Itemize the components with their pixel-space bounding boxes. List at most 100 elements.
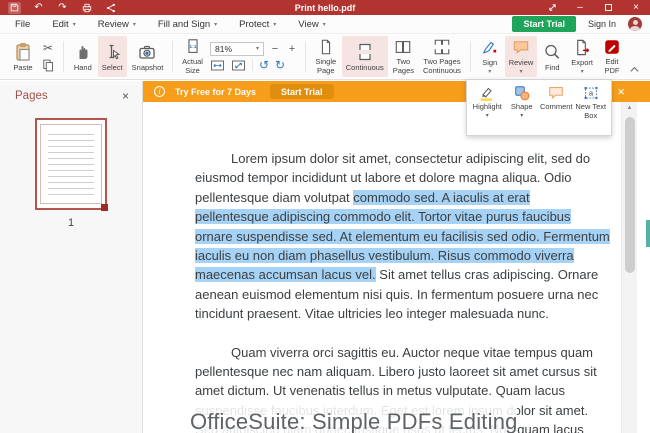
- rotate-right-icon[interactable]: ↻: [275, 59, 285, 71]
- minimize-icon[interactable]: –: [574, 2, 586, 14]
- menu-label: Fill and Sign: [157, 18, 211, 30]
- redo-icon[interactable]: ↷: [56, 2, 69, 14]
- menu-label: Protect: [239, 18, 270, 30]
- menu-file[interactable]: File: [4, 15, 41, 33]
- cut-icon[interactable]: ✂: [39, 40, 57, 56]
- review-menu-new-text-box[interactable]: a New Text Box: [574, 84, 609, 133]
- undo-icon[interactable]: ↶: [32, 2, 45, 14]
- selected-text: ornare suspendisse sed. At elementum eu …: [195, 228, 610, 244]
- continuous-button[interactable]: Continuous: [341, 36, 388, 77]
- snapshot-button[interactable]: Snapshot: [128, 36, 168, 77]
- sign-in-button[interactable]: Sign In: [588, 19, 616, 29]
- pages-sidebar: Pages × 1: [0, 81, 143, 433]
- chevron-down-icon: ▾: [214, 21, 218, 28]
- zoom-in-button[interactable]: +: [286, 43, 298, 55]
- single-page-icon: [321, 39, 330, 55]
- chevron-down-icon: ▾: [273, 21, 277, 28]
- maximize-icon[interactable]: [602, 2, 614, 14]
- chevron-down-icon: ▾: [322, 21, 326, 28]
- zoom-out-button[interactable]: −: [269, 43, 281, 55]
- menu-edit[interactable]: Edit ▾: [41, 15, 86, 33]
- titlebar: ↶ ↷ Print hello.pdf – ×: [0, 0, 650, 15]
- two-pages-continuous-button[interactable]: Two Pages Continuous: [419, 36, 465, 77]
- scrollbar-thumb[interactable]: [624, 117, 635, 273]
- review-menu-label: Comment: [539, 102, 573, 111]
- copy-icon[interactable]: [39, 57, 57, 73]
- comment-icon: [547, 84, 565, 102]
- hand-icon: [79, 45, 88, 59]
- clipboard-icon: [16, 42, 30, 61]
- review-button[interactable]: Review ▾: [504, 36, 538, 77]
- svg-text:1:1: 1:1: [189, 44, 196, 50]
- review-menu-comment[interactable]: Comment: [539, 84, 574, 133]
- chevron-down-icon: ▾: [580, 69, 584, 75]
- collapse-toolbar-icon[interactable]: [629, 36, 646, 77]
- select-tool-button[interactable]: Select: [97, 36, 127, 77]
- scroll-up-icon[interactable]: ▲: [622, 102, 637, 111]
- page-number-label: 1: [67, 217, 75, 229]
- chevron-down-icon: ▾: [255, 46, 259, 52]
- camera-icon: [139, 45, 156, 59]
- paste-button[interactable]: Paste: [9, 36, 37, 77]
- highlight-icon: [478, 84, 496, 102]
- edit-pdf-button[interactable]: Edit PDF: [598, 36, 626, 77]
- single-page-button[interactable]: Single Page: [311, 36, 341, 77]
- close-icon[interactable]: ×: [630, 2, 642, 14]
- fit-page-icon[interactable]: [231, 59, 246, 72]
- sign-button[interactable]: Sign ▾: [476, 36, 504, 77]
- hand-tool-button[interactable]: Hand: [69, 36, 97, 77]
- text-line: aenean euismod elementum nisi quis. In f…: [195, 285, 610, 304]
- start-trial-button[interactable]: Start Trial: [512, 16, 576, 32]
- menu-view[interactable]: View ▾: [287, 15, 336, 33]
- close-banner-icon[interactable]: ×: [617, 85, 639, 98]
- text-line: Lorem ipsum dolor sit amet, consectetur …: [195, 149, 610, 168]
- page-thumbnail[interactable]: [35, 118, 108, 211]
- text-line: eiusmod tempor incididunt ut labore et d…: [195, 168, 610, 187]
- info-icon: i: [154, 86, 165, 97]
- save-icon[interactable]: [8, 1, 21, 14]
- actual-size-button[interactable]: 1:1 Actual Size: [178, 36, 207, 77]
- document-text[interactable]: Lorem ipsum dolor sit amet, consectetur …: [195, 149, 610, 433]
- share-icon[interactable]: [104, 2, 117, 14]
- review-menu-shape[interactable]: Shape ▾: [505, 84, 540, 133]
- text-line: amet dictum. Ut venenatis tellus in metu…: [195, 381, 610, 400]
- trial-message: Try Free for 7 Days: [175, 86, 257, 97]
- page-thumbnail-preview: [40, 124, 102, 204]
- selected-text: commodo sed. A iaculis at erat: [353, 189, 530, 205]
- text-line: tincidunt praesent. Vitae ultricies leo …: [195, 304, 610, 323]
- find-button[interactable]: Find: [538, 36, 566, 77]
- menu-label: File: [15, 18, 31, 30]
- print-icon[interactable]: [80, 2, 93, 14]
- export-button[interactable]: Export ▾: [567, 36, 597, 77]
- chevron-down-icon: ▾: [488, 69, 492, 75]
- two-pages-button[interactable]: Two Pages: [389, 36, 418, 77]
- rotate-left-icon[interactable]: ↺: [259, 59, 269, 71]
- resize-window-icon[interactable]: [546, 2, 558, 14]
- export-icon: [577, 39, 590, 56]
- close-sidebar-icon[interactable]: ×: [122, 90, 129, 102]
- text-line: pellentesque nec nam aliquam. Libero jus…: [195, 362, 610, 381]
- text-segment: amet dictum. Ut venenatis tellus in metu…: [195, 383, 565, 399]
- review-menu-highlight[interactable]: Highlight ▾: [470, 84, 505, 133]
- text-segment: aenean euismod elementum nisi quis. In f…: [195, 286, 599, 302]
- fit-width-icon[interactable]: [210, 59, 225, 72]
- avatar[interactable]: [628, 17, 642, 31]
- vertical-scrollbar[interactable]: ▲: [621, 102, 637, 433]
- menu-list: File Edit ▾ Review ▾ Fill and Sign ▾ Protect ▾ Vi…: [4, 15, 337, 33]
- text-line: ornare suspendisse sed. At elementum eu …: [195, 227, 610, 246]
- paragraph: Lorem ipsum dolor sit amet, consectetur …: [195, 149, 610, 324]
- menu-review[interactable]: Review ▾: [87, 15, 147, 33]
- text-segment: Quam viverra orci sagittis eu. Auctor ne…: [231, 344, 594, 360]
- sidebar-title: Pages: [15, 90, 48, 102]
- selected-text: maecenas accumsan lacus vel.: [195, 267, 376, 283]
- menu-fill-and-sign[interactable]: Fill and Sign ▾: [147, 15, 228, 33]
- banner-start-trial-button[interactable]: Start Trial: [270, 84, 334, 99]
- menu-protect[interactable]: Protect ▾: [228, 15, 287, 33]
- zoom-level-dropdown[interactable]: 81% ▾: [209, 41, 264, 56]
- menu-label: Review: [97, 18, 129, 30]
- text-line: maecenas accumsan lacus vel. Sit amet te…: [195, 265, 610, 284]
- chevron-down-icon: ▾: [520, 112, 524, 119]
- menu-label: View: [298, 18, 319, 30]
- text-line: iaculis eu non diam phasellus vestibulum…: [195, 246, 610, 265]
- edit-pdf-icon: [605, 40, 619, 54]
